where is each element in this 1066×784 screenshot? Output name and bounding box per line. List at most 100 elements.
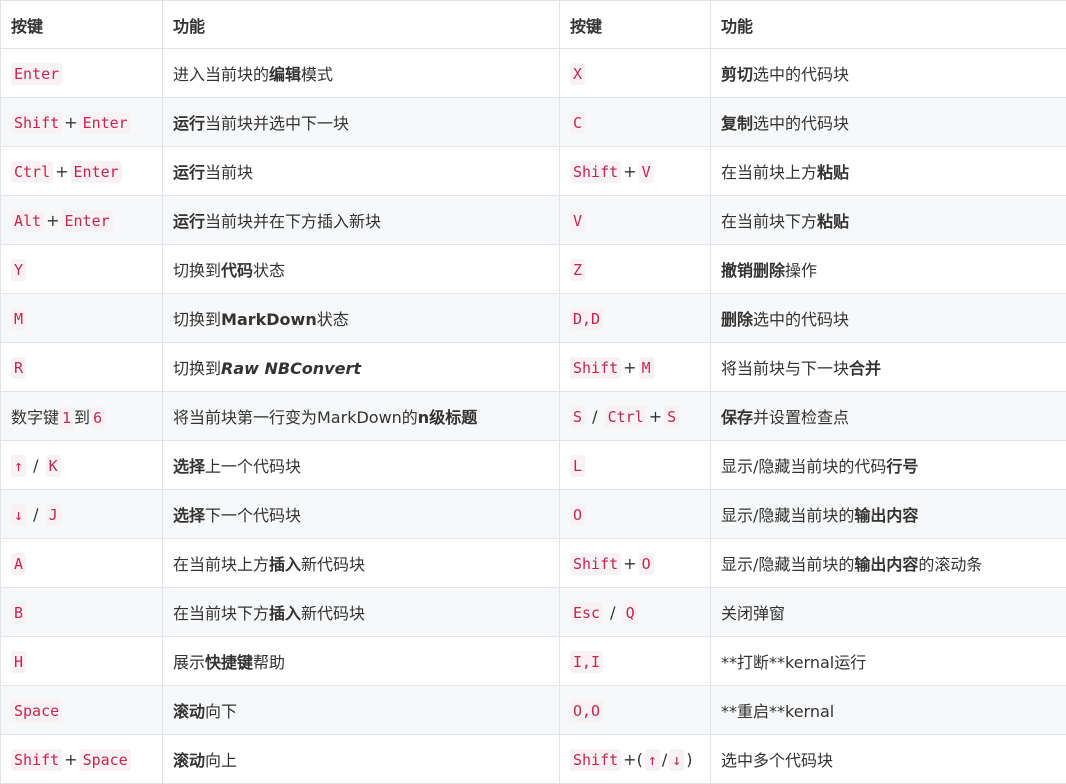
key-separator: / xyxy=(662,750,667,769)
function-cell: 显示/隐藏当前块的输出内容的滚动条 xyxy=(711,539,1066,588)
key-code: ↓ xyxy=(669,749,684,771)
plain-text: 在当前块下方 xyxy=(721,212,817,231)
key-code: B xyxy=(11,602,26,624)
key-cell: D,D xyxy=(560,294,711,343)
function-cell: 运行当前块并选中下一块 xyxy=(163,98,560,147)
function-cell: 运行当前块并在下方插入新块 xyxy=(163,196,560,245)
plain-text: 在当前块上方 xyxy=(721,163,817,182)
key-separator: ) xyxy=(686,750,692,769)
key-code: M xyxy=(639,357,654,379)
key-code: Shift xyxy=(570,161,621,183)
bold-text: 代码 xyxy=(221,261,253,280)
key-cell: Shift+Enter xyxy=(1,98,163,147)
bold-text: 选择 xyxy=(173,506,205,525)
key-code: M xyxy=(11,308,26,330)
header-function-2: 功能 xyxy=(711,1,1066,49)
key-code: D,D xyxy=(570,308,603,330)
key-cell: Ctrl+Enter xyxy=(1,147,163,196)
header-function-1: 功能 xyxy=(163,1,560,49)
function-cell: 滚动向下 xyxy=(163,686,560,735)
plain-text: 显示/隐藏当前块的代码 xyxy=(721,457,886,476)
function-cell: 删除选中的代码块 xyxy=(711,294,1066,343)
key-cell: Shift+O xyxy=(560,539,711,588)
key-separator: + xyxy=(55,162,68,181)
key-code: ↑ xyxy=(11,455,26,477)
bold-text: 撤销删除 xyxy=(721,261,785,280)
plain-text: 显示/隐藏当前块的 xyxy=(721,555,854,574)
bold-text: 行号 xyxy=(886,457,918,476)
plain-text: 选中的代码块 xyxy=(753,114,849,133)
table-row: ↑ / K选择上一个代码块L显示/隐藏当前块的代码行号 xyxy=(1,441,1066,490)
key-code: O xyxy=(570,504,585,526)
function-cell: 选择上一个代码块 xyxy=(163,441,560,490)
key-separator: + xyxy=(64,113,77,132)
key-code: J xyxy=(46,504,61,526)
key-code: C xyxy=(570,112,585,134)
key-cell: Shift+(↑/↓) xyxy=(560,735,711,784)
bold-text: 粘贴 xyxy=(817,212,849,231)
key-cell: H xyxy=(1,637,163,686)
header-key-2: 按键 xyxy=(560,1,711,49)
plain-text: 显示/隐藏当前块的 xyxy=(721,506,854,525)
key-separator: + xyxy=(46,211,59,230)
table-row: B在当前块下方插入新代码块Esc / Q关闭弹窗 xyxy=(1,588,1066,637)
bold-text: 快捷键 xyxy=(205,653,253,672)
table-body: Enter进入当前块的编辑模式X剪切选中的代码块Shift+Enter运行当前块… xyxy=(1,49,1066,784)
bold-text: 合并 xyxy=(849,359,881,378)
bold-text: 运行 xyxy=(173,163,205,182)
table-row: R切换到Raw NBConvertShift+M将当前块与下一块合并 xyxy=(1,343,1066,392)
function-cell: 将当前块与下一块合并 xyxy=(711,343,1066,392)
plain-text: 新代码块 xyxy=(301,604,365,623)
key-cell: X xyxy=(560,49,711,98)
key-code: Esc xyxy=(570,602,603,624)
key-code: K xyxy=(46,455,61,477)
function-cell: 选择下一个代码块 xyxy=(163,490,560,539)
bold-text: 复制 xyxy=(721,114,753,133)
function-cell: 复制选中的代码块 xyxy=(711,98,1066,147)
plain-text: 上一个代码块 xyxy=(205,457,301,476)
bold-text: 插入 xyxy=(269,604,301,623)
key-separator: / xyxy=(605,603,621,622)
function-cell: 运行当前块 xyxy=(163,147,560,196)
key-code: Q xyxy=(623,602,638,624)
table-row: Shift+Space滚动向上Shift+(↑/↓)选中多个代码块 xyxy=(1,735,1066,784)
function-cell: 在当前块上方粘贴 xyxy=(711,147,1066,196)
bold-text: 输出内容 xyxy=(854,555,918,574)
key-code: 1 xyxy=(59,407,74,429)
key-code: V xyxy=(570,210,585,232)
key-cell: 数字键1到6 xyxy=(1,392,163,441)
key-code: O xyxy=(639,553,654,575)
function-cell: 剪切选中的代码块 xyxy=(711,49,1066,98)
bold-text: 滚动 xyxy=(173,702,205,721)
key-code: Enter xyxy=(71,161,122,183)
function-cell: 将当前块第一行变为MarkDown的n级标题 xyxy=(163,392,560,441)
function-cell: 撤销删除操作 xyxy=(711,245,1066,294)
plain-text: **重启**kernal xyxy=(721,702,834,721)
plain-text: 模式 xyxy=(301,65,333,84)
key-code: Enter xyxy=(80,112,131,134)
key-cell: Space xyxy=(1,686,163,735)
key-code: Z xyxy=(570,259,585,281)
key-separator: + xyxy=(623,162,636,181)
function-cell: 选中多个代码块 xyxy=(711,735,1066,784)
function-cell: 切换到代码状态 xyxy=(163,245,560,294)
key-cell: Shift+M xyxy=(560,343,711,392)
table-row: Ctrl+Enter运行当前块Shift+V在当前块上方粘贴 xyxy=(1,147,1066,196)
plain-text: 切换到 xyxy=(173,359,221,378)
key-code: 6 xyxy=(90,407,105,429)
key-cell: O,O xyxy=(560,686,711,735)
header-key-1: 按键 xyxy=(1,1,163,49)
function-cell: 显示/隐藏当前块的代码行号 xyxy=(711,441,1066,490)
function-cell: 在当前块下方粘贴 xyxy=(711,196,1066,245)
key-code: Shift xyxy=(11,112,62,134)
key-cell: V xyxy=(560,196,711,245)
key-separator: + xyxy=(649,407,662,426)
table-row: 数字键1到6将当前块第一行变为MarkDown的n级标题S / Ctrl+S保存… xyxy=(1,392,1066,441)
bold-text: 滚动 xyxy=(173,751,205,770)
table-row: Alt+Enter运行当前块并在下方插入新块V在当前块下方粘贴 xyxy=(1,196,1066,245)
bold-text: n级标题 xyxy=(418,408,477,427)
key-code: Y xyxy=(11,259,26,281)
plain-text: 并设置检查点 xyxy=(753,408,849,427)
key-separator: + xyxy=(64,750,77,769)
table-row: Space滚动向下O,O **重启**kernal xyxy=(1,686,1066,735)
